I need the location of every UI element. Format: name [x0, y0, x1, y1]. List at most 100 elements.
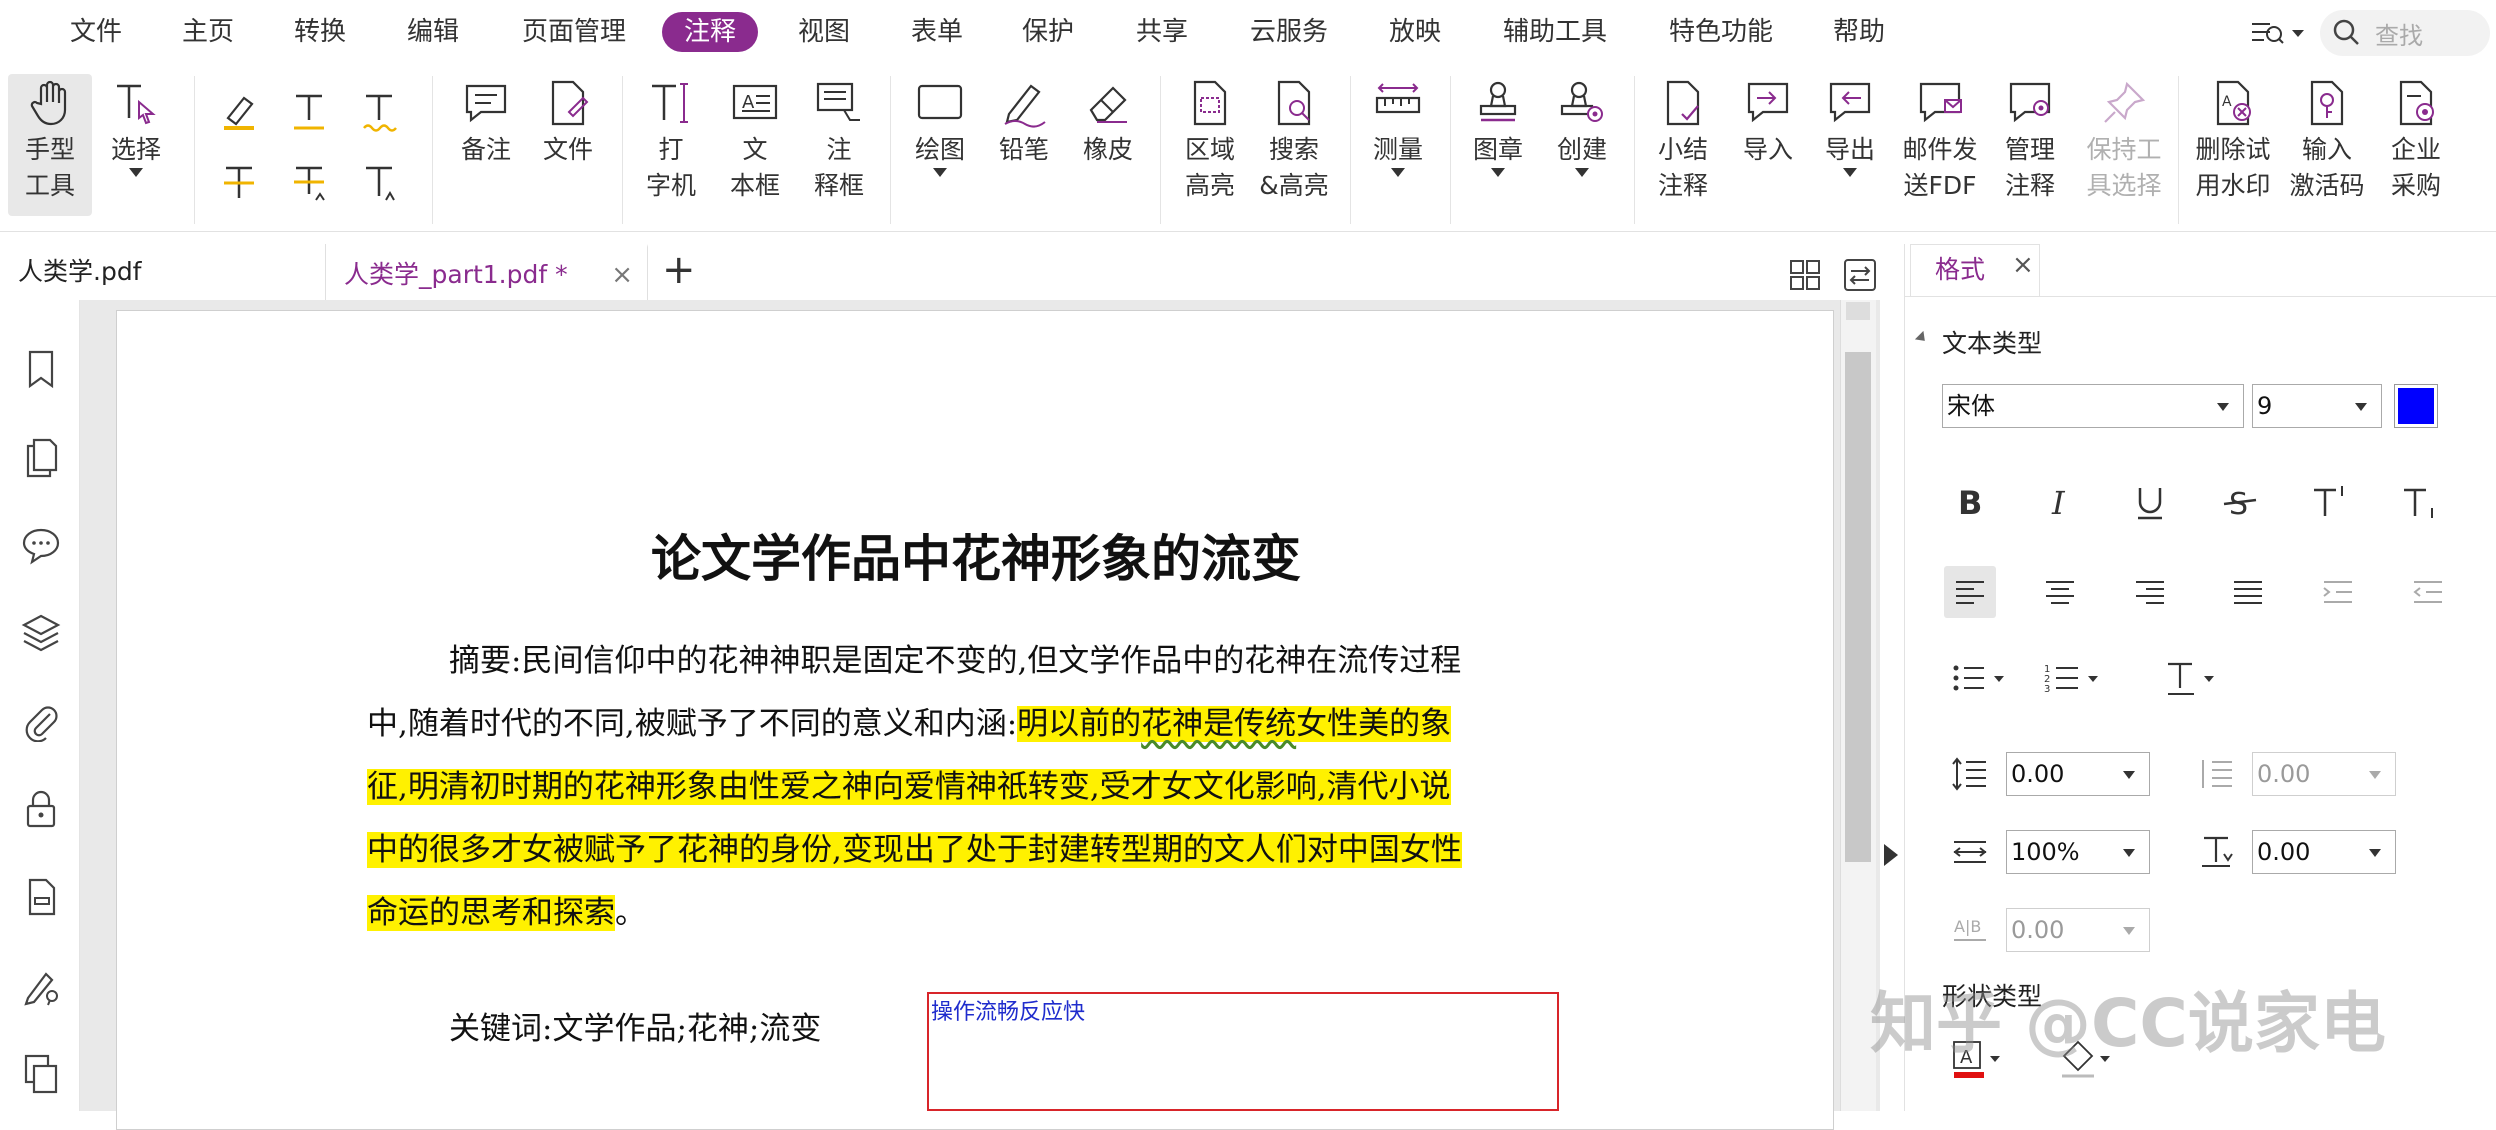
area-highlight-button[interactable]: 区域 高亮	[1172, 78, 1248, 204]
chevron-down-icon	[2123, 771, 2135, 779]
email-fdf-label-1: 邮件发	[1902, 135, 1978, 164]
menu-edit[interactable]: 编辑	[407, 12, 459, 52]
new-tab-button[interactable]: +	[662, 244, 696, 300]
align-left-icon[interactable]	[1944, 566, 1996, 618]
highlight-icon[interactable]	[214, 86, 264, 136]
font-size-select[interactable]: 9	[2252, 384, 2382, 428]
menu-help[interactable]: 帮助	[1833, 12, 1885, 52]
create-stamp-label: 创建	[1556, 135, 1607, 164]
numbered-list-icon[interactable]: 123	[2042, 652, 2112, 704]
pencil-button[interactable]: 铅笔	[988, 78, 1060, 168]
select-tool-button[interactable]: 选择	[100, 78, 172, 177]
close-icon[interactable]: ×	[2012, 250, 2034, 280]
insert-text-icon[interactable]	[354, 158, 404, 208]
text-color-picker[interactable]	[2394, 384, 2438, 428]
menu-file[interactable]: 文件	[70, 12, 122, 52]
subscript-icon[interactable]	[2394, 476, 2446, 528]
textbox-button[interactable]: A 文 本框	[718, 78, 792, 204]
italic-icon[interactable]: I	[2034, 476, 2086, 528]
email-fdf-button[interactable]: 邮件发 送FDF	[1896, 78, 1984, 204]
remove-trial-watermark-button[interactable]: A 删除试 用水印	[2188, 78, 2278, 204]
grid-view-icon[interactable]	[1788, 258, 1822, 296]
file-attachment-button[interactable]: 文件	[532, 78, 604, 168]
decrease-indent-icon[interactable]	[2402, 566, 2454, 618]
collapse-right-panel-icon[interactable]	[1884, 844, 1898, 866]
underline-icon[interactable]	[2124, 476, 2176, 528]
enterprise-label-2: 采购	[2390, 171, 2441, 200]
superscript-icon[interactable]	[2304, 476, 2356, 528]
hand-tool-button[interactable]: 手型 工具	[8, 74, 92, 216]
replace-text-icon[interactable]	[284, 158, 334, 208]
menu-view[interactable]: 视图	[798, 12, 850, 52]
underline-text-icon[interactable]	[284, 86, 334, 136]
keep-tool-selected-button[interactable]: 保持工 具选择	[2080, 78, 2168, 204]
menu-protect[interactable]: 保护	[1022, 12, 1074, 52]
baseline-offset-value: 0.00	[2257, 838, 2311, 866]
document-tab-bar: 人类学.pdf 人类学_part1.pdf * × +	[0, 244, 1880, 300]
measure-button[interactable]: 测量	[1362, 78, 1434, 177]
import-button[interactable]: 导入	[1732, 78, 1804, 168]
callout-button[interactable]: 注 释框	[802, 78, 876, 204]
enter-activation-code-button[interactable]: 输入 激活码	[2282, 78, 2372, 204]
eraser-button[interactable]: 橡皮	[1072, 78, 1144, 168]
justify-icon[interactable]	[2222, 566, 2274, 618]
menu-annotate[interactable]: 注释	[662, 12, 759, 52]
menu-slideshow[interactable]: 放映	[1389, 12, 1441, 52]
increase-indent-icon[interactable]	[2312, 566, 2364, 618]
horizontal-scale-select[interactable]: 100%	[2006, 830, 2150, 874]
textbox-annotation-text[interactable]: 操作流畅反应快	[931, 994, 1085, 1026]
panel-divider	[1904, 296, 2496, 297]
stamp-button[interactable]: 图章	[1462, 78, 1534, 177]
ribbon-separator	[1160, 76, 1161, 224]
scroll-up-button[interactable]	[1846, 302, 1870, 320]
line-spacing-select[interactable]: 0.00	[2006, 752, 2150, 796]
note-button[interactable]: 备注	[450, 78, 522, 168]
layers-icon[interactable]	[20, 612, 62, 654]
squiggly-text-icon[interactable]	[354, 86, 404, 136]
baseline-offset-select[interactable]: 0.00	[2252, 830, 2396, 874]
strikeout-text-icon[interactable]	[214, 158, 264, 208]
form-fields-icon[interactable]	[20, 876, 62, 918]
strikethrough-icon[interactable]: S	[2214, 476, 2266, 528]
export-button[interactable]: 导出	[1814, 78, 1886, 177]
drawing-button[interactable]: 绘图	[904, 78, 976, 177]
export-icon	[1829, 82, 1871, 123]
bullet-list-icon[interactable]	[1948, 652, 2018, 704]
menu-accessibility[interactable]: 辅助工具	[1503, 12, 1607, 52]
align-center-icon[interactable]	[2034, 566, 2086, 618]
text-direction-icon[interactable]	[2164, 652, 2234, 704]
bookmark-icon[interactable]	[20, 348, 62, 390]
create-stamp-button[interactable]: 创建	[1546, 78, 1618, 177]
view-mode-icon[interactable]	[2250, 18, 2310, 48]
scrollbar-thumb[interactable]	[1845, 352, 1871, 862]
character-spacing-select[interactable]: 0.00	[2006, 908, 2150, 952]
tab-document-1[interactable]: 人类学.pdf	[0, 244, 326, 300]
attachment-icon[interactable]	[20, 700, 62, 743]
security-lock-icon[interactable]	[20, 788, 62, 830]
menu-page-manage[interactable]: 页面管理	[522, 12, 626, 52]
summarize-comments-button[interactable]: 小结 注释	[1646, 78, 1720, 204]
menu-cloud[interactable]: 云服务	[1250, 12, 1328, 52]
align-right-icon[interactable]	[2124, 566, 2176, 618]
tab-label: 人类学_part1.pdf *	[344, 260, 568, 289]
menu-share[interactable]: 共享	[1136, 12, 1188, 52]
font-family-value: 宋体	[1947, 392, 1995, 420]
search-highlight-button[interactable]: 搜索 &高亮	[1254, 78, 1334, 204]
menu-convert[interactable]: 转换	[294, 12, 346, 52]
signature-icon[interactable]	[20, 964, 62, 1006]
paragraph-spacing-select[interactable]: 0.00	[2252, 752, 2396, 796]
compare-icon[interactable]	[20, 1052, 62, 1094]
pages-icon[interactable]	[20, 436, 62, 478]
switch-panel-icon[interactable]	[1843, 258, 1877, 296]
enterprise-purchase-button[interactable]: 企业 采购	[2378, 78, 2454, 204]
menu-home[interactable]: 主页	[182, 12, 234, 52]
menu-form[interactable]: 表单	[911, 12, 963, 52]
bold-icon[interactable]: B	[1944, 476, 1996, 528]
font-family-select[interactable]: 宋体	[1942, 384, 2244, 428]
comments-icon[interactable]	[20, 524, 62, 566]
menu-features[interactable]: 特色功能	[1669, 12, 1773, 52]
tab-document-2[interactable]: 人类学_part1.pdf * ×	[326, 244, 648, 300]
manage-comments-button[interactable]: 管理 注释	[1990, 78, 2070, 204]
close-icon[interactable]: ×	[611, 247, 633, 303]
typewriter-button[interactable]: 打 字机	[638, 78, 704, 204]
